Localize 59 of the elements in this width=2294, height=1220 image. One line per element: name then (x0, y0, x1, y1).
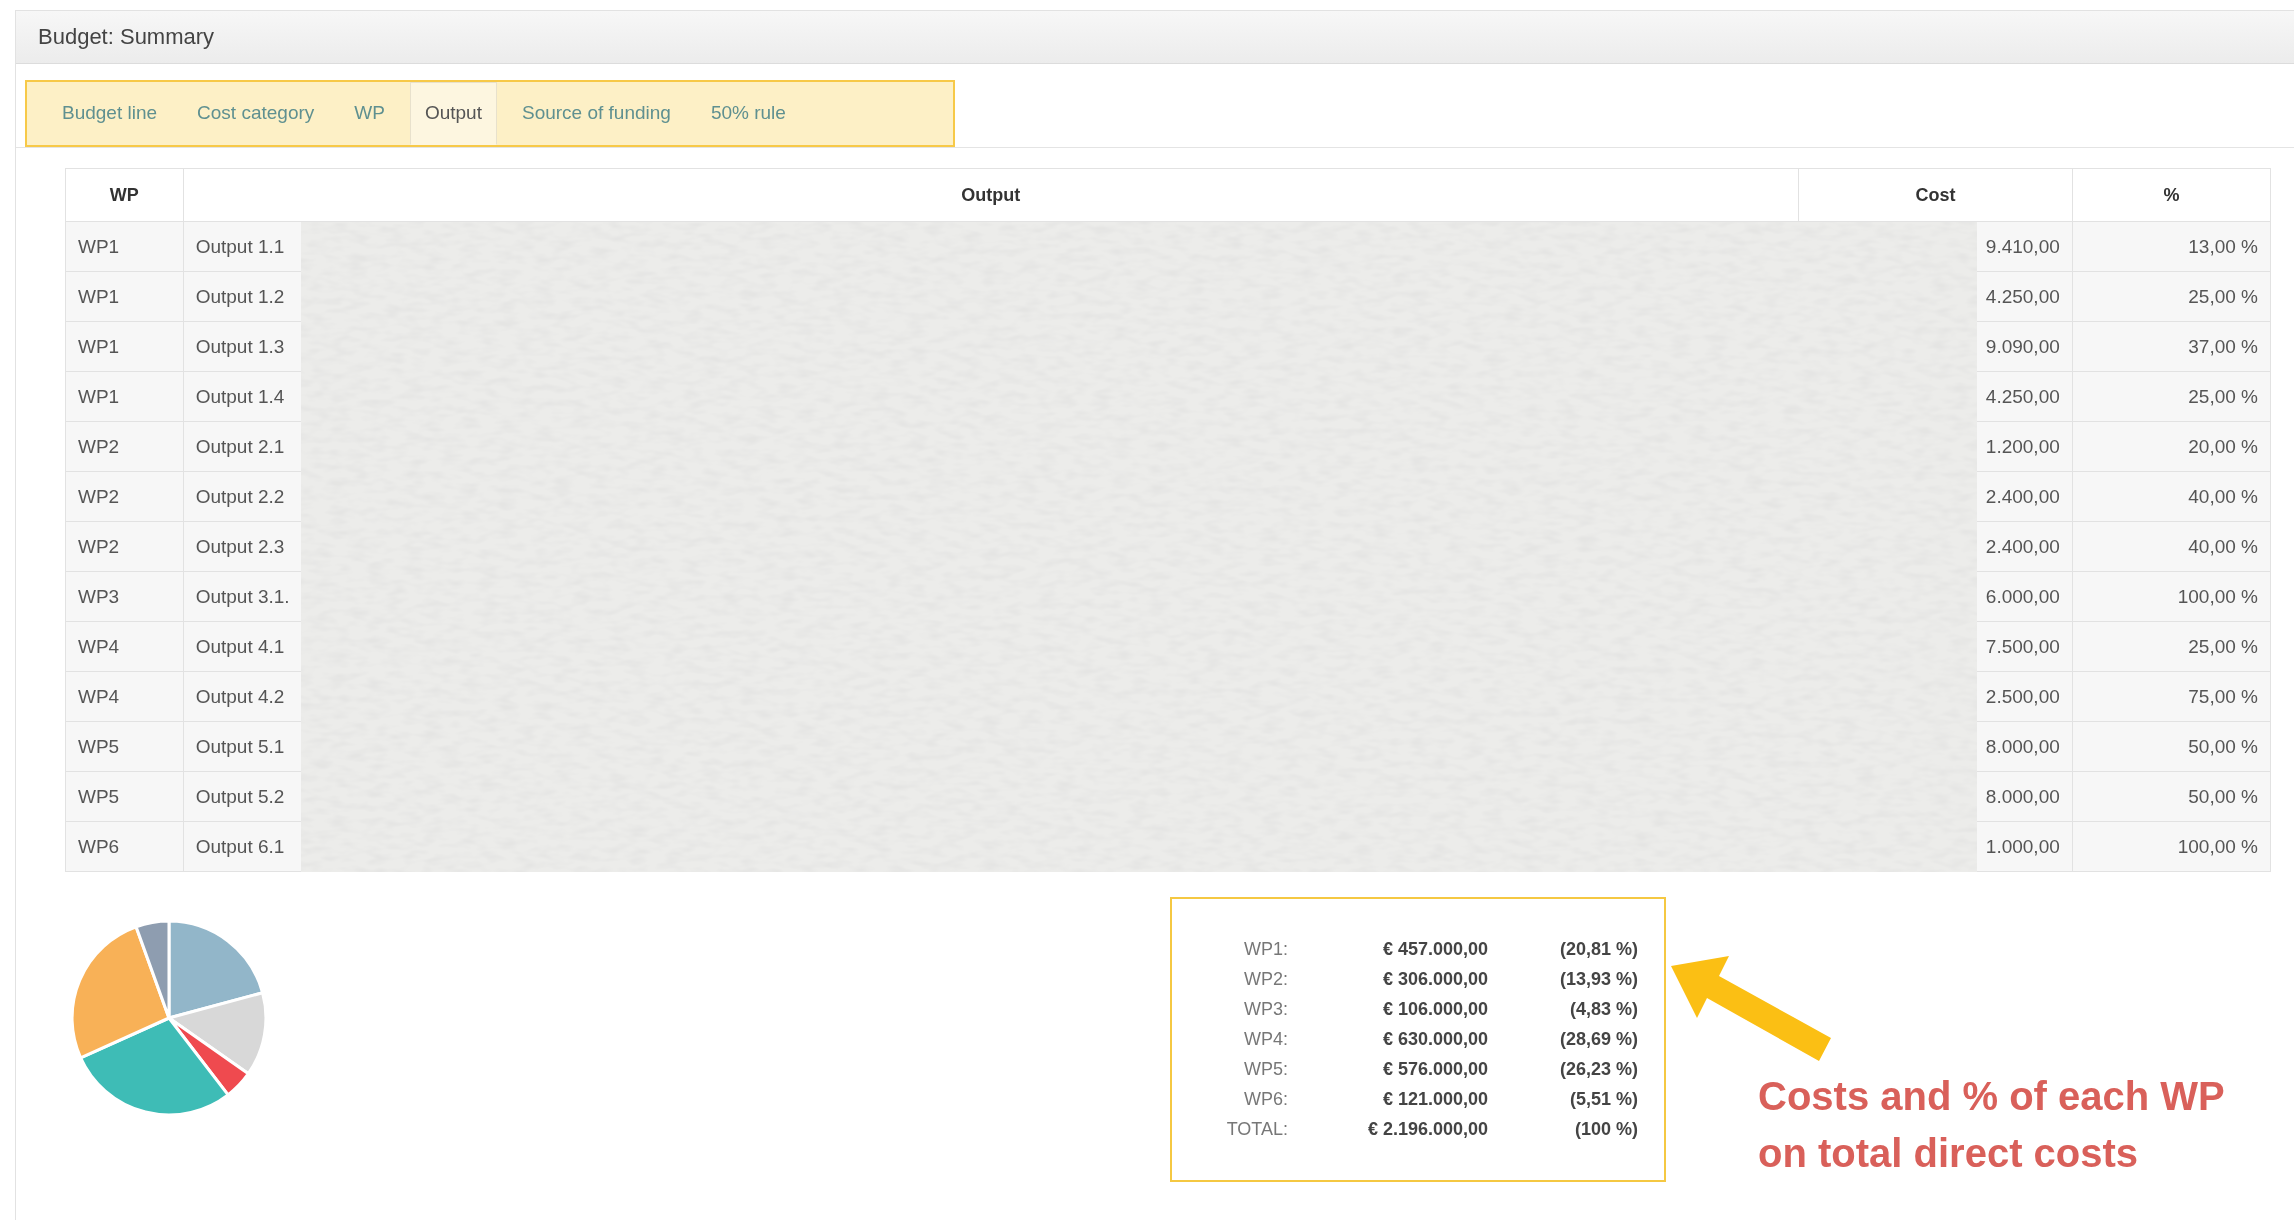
table-cell: WP1 (65, 321, 184, 372)
summary-amount: € 630.000,00 (1381, 1029, 1489, 1050)
table-cell: WP2 (65, 471, 184, 522)
summary-amount: € 576.000,00 (1381, 1059, 1489, 1080)
table-cell: 25,00 % (2072, 371, 2271, 422)
table-cell: 100,00 % (2072, 571, 2271, 622)
table-cell: WP4 (65, 621, 184, 672)
summary-share: (13,93 %) (1558, 969, 1638, 990)
tab[interactable]: Budget line (47, 82, 173, 145)
summary-share: (100 %) (1573, 1119, 1638, 1140)
panel-title: Budget: Summary (38, 24, 215, 50)
summary-label: WP3: (1243, 999, 1289, 1020)
summary-amount: € 457.000,00 (1381, 939, 1489, 960)
summary-label: WP6: (1243, 1089, 1289, 1110)
table-cell: 75,00 % (2072, 671, 2271, 722)
table-cell: WP2 (65, 421, 184, 472)
column-header: Output (183, 168, 1799, 222)
table-cell: WP5 (65, 721, 184, 772)
table-cell: WP5 (65, 771, 184, 822)
summary-share: (20,81 %) (1558, 939, 1638, 960)
tab[interactable]: WP (339, 82, 400, 145)
table-cell: 20,00 % (2072, 421, 2271, 472)
table-cell: WP3 (65, 571, 184, 622)
table-cell: WP2 (65, 521, 184, 572)
summary-share: (28,69 %) (1558, 1029, 1638, 1050)
table-cell: 50,00 % (2072, 771, 2271, 822)
table-cell: WP1 (65, 371, 184, 422)
table-cell: WP1 (65, 271, 184, 322)
table-cell: 37,00 % (2072, 321, 2271, 372)
tab[interactable]: Source of funding (506, 82, 686, 145)
column-header: Cost (1798, 168, 2073, 222)
summary-label: WP2: (1243, 969, 1289, 990)
table-cell: 40,00 % (2072, 471, 2271, 522)
column-header: WP (65, 168, 184, 222)
tab[interactable]: Cost category (182, 82, 330, 145)
table-cell: WP1 (65, 221, 184, 272)
summary-share: (4,83 %) (1568, 999, 1638, 1020)
summary-amount: € 121.000,00 (1381, 1089, 1489, 1110)
column-header: % (2072, 168, 2271, 222)
table-cell: WP6 (65, 821, 184, 872)
tab[interactable]: Output (409, 82, 497, 145)
tab[interactable]: 50% rule (695, 82, 801, 145)
table-cell: WP4 (65, 671, 184, 722)
summary-label: WP5: (1243, 1059, 1289, 1080)
table-cell: 25,00 % (2072, 271, 2271, 322)
summary-amount: € 2.196.000,00 (1366, 1119, 1489, 1140)
annotation-text: Costs and % of each WP on total direct costs (1758, 1073, 2225, 1177)
summary-share: (26,23 %) (1558, 1059, 1638, 1080)
summary-label: WP4: (1243, 1029, 1289, 1050)
summary-label: TOTAL: (1225, 1119, 1289, 1140)
table-cell: 25,00 % (2072, 621, 2271, 672)
table-cell: 50,00 % (2072, 721, 2271, 772)
summary-share: (5,51 %) (1568, 1089, 1638, 1110)
summary-amount: € 106.000,00 (1381, 999, 1489, 1020)
summary-label: WP1: (1243, 939, 1289, 960)
table-cell: 13,00 % (2072, 221, 2271, 272)
summary-amount: € 306.000,00 (1381, 969, 1489, 990)
table-cell: 40,00 % (2072, 521, 2271, 572)
table-cell: 100,00 % (2072, 821, 2271, 872)
